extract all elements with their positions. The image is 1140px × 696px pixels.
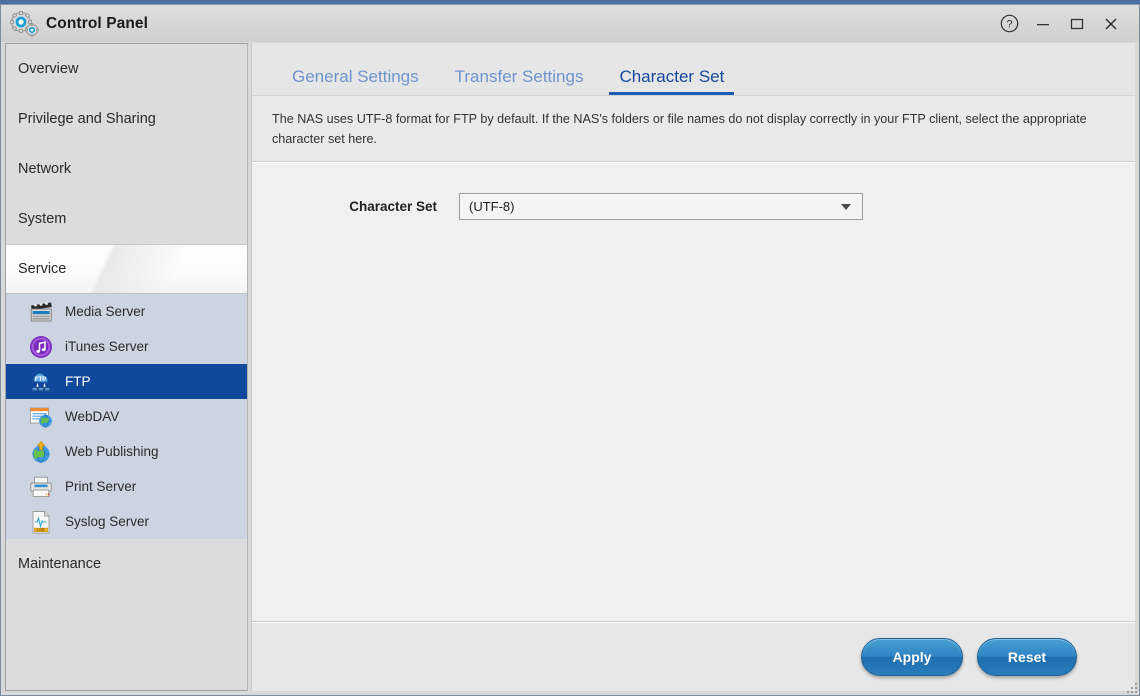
sidebar-item-maintenance[interactable]: Maintenance bbox=[6, 539, 247, 589]
reset-button-label: Reset bbox=[1007, 648, 1047, 665]
minimize-icon bbox=[1037, 23, 1049, 25]
description-area: The NAS uses UTF-8 format for FTP by def… bbox=[252, 96, 1135, 163]
maximize-icon bbox=[1070, 18, 1084, 29]
sidebar-item-label: WebDAV bbox=[65, 409, 120, 424]
maximize-button[interactable] bbox=[1061, 9, 1093, 39]
control-panel-window: Control Panel ? Overview Privilege and S… bbox=[0, 4, 1140, 696]
tab-transfer-settings[interactable]: Transfer Settings bbox=[437, 68, 602, 95]
character-set-select[interactable]: (UTF-8) bbox=[459, 193, 863, 221]
sidebar-item-network[interactable]: Network bbox=[6, 144, 247, 194]
window-controls: ? bbox=[993, 9, 1139, 39]
sidebar-item-label: Print Server bbox=[65, 479, 137, 494]
sidebar-item-label: FTP bbox=[65, 374, 91, 389]
sidebar-item-label: Syslog Server bbox=[65, 514, 150, 529]
window-globe-icon bbox=[28, 404, 54, 430]
character-set-value: (UTF-8) bbox=[469, 199, 515, 215]
sidebar-item-service[interactable]: Service bbox=[6, 244, 247, 294]
sidebar-item-label: System bbox=[18, 211, 67, 227]
log-document-icon: LOG bbox=[28, 509, 54, 535]
sidebar-empty-space bbox=[6, 589, 247, 690]
printer-icon bbox=[28, 474, 54, 500]
window-body: Overview Privilege and Sharing Network S… bbox=[1, 42, 1139, 695]
description-text: The NAS uses UTF-8 format for FTP by def… bbox=[272, 112, 1087, 146]
sidebar-item-print-server[interactable]: Print Server bbox=[6, 469, 247, 504]
chevron-down-icon bbox=[841, 203, 851, 210]
sidebar-item-webdav[interactable]: WebDAV bbox=[6, 399, 247, 434]
music-note-icon bbox=[28, 334, 54, 360]
svg-text:?: ? bbox=[1006, 19, 1012, 31]
sidebar-item-system[interactable]: System bbox=[6, 194, 247, 244]
help-button[interactable]: ? bbox=[993, 9, 1025, 39]
tab-label: Character Set bbox=[619, 67, 725, 86]
sidebar-nav: Overview Privilege and Sharing Network S… bbox=[5, 43, 248, 691]
tab-bar: General Settings Transfer Settings Chara… bbox=[252, 43, 1135, 96]
ftp-cloud-icon: FTP bbox=[28, 369, 54, 395]
sidebar-item-overview[interactable]: Overview bbox=[6, 44, 247, 94]
tab-label: Transfer Settings bbox=[454, 67, 584, 86]
clapperboard-icon bbox=[28, 299, 54, 325]
gears-icon bbox=[10, 10, 40, 37]
svg-text:FTP: FTP bbox=[35, 376, 47, 383]
settings-form: Character Set (UTF-8) bbox=[252, 162, 1135, 621]
character-set-label: Character Set bbox=[349, 199, 437, 215]
tab-label: General Settings bbox=[292, 67, 419, 86]
sidebar-item-label: Service bbox=[18, 261, 67, 277]
globe-upload-icon bbox=[28, 439, 54, 465]
question-circle-icon: ? bbox=[1000, 14, 1018, 33]
sidebar-item-label: Network bbox=[18, 161, 72, 177]
main-panel: General Settings Transfer Settings Chara… bbox=[251, 43, 1135, 691]
sidebar-item-label: iTunes Server bbox=[65, 339, 149, 354]
sidebar-item-label: Web Publishing bbox=[65, 444, 159, 459]
reset-button[interactable]: Reset bbox=[977, 637, 1077, 676]
sidebar-item-ftp[interactable]: FTP FTP bbox=[6, 364, 247, 399]
sidebar-item-label: Media Server bbox=[65, 304, 146, 319]
apply-button-label: Apply bbox=[892, 648, 932, 665]
sidebar-item-web-publishing[interactable]: Web Publishing bbox=[6, 434, 247, 469]
resize-grip[interactable] bbox=[1125, 681, 1137, 693]
sidebar-item-media-server[interactable]: Media Server bbox=[6, 294, 247, 329]
action-footer: Apply Reset bbox=[252, 621, 1135, 691]
svg-text:LOG: LOG bbox=[37, 528, 45, 532]
close-button[interactable] bbox=[1095, 9, 1127, 39]
apply-button[interactable]: Apply bbox=[861, 637, 963, 676]
sidebar-item-itunes-server[interactable]: iTunes Server bbox=[6, 329, 247, 364]
close-icon bbox=[1105, 18, 1117, 29]
title-bar: Control Panel ? bbox=[1, 5, 1139, 42]
tab-character-set[interactable]: Character Set bbox=[601, 68, 742, 95]
tab-general-settings[interactable]: General Settings bbox=[274, 68, 437, 95]
sidebar-item-privilege-and-sharing[interactable]: Privilege and Sharing bbox=[6, 94, 247, 144]
minimize-button[interactable] bbox=[1027, 9, 1059, 39]
window-title: Control Panel bbox=[46, 14, 149, 32]
sidebar-item-label: Privilege and Sharing bbox=[18, 111, 156, 127]
sidebar-item-label: Maintenance bbox=[18, 556, 102, 572]
character-set-row: Character Set (UTF-8) bbox=[252, 193, 1135, 221]
sidebar-item-syslog-server[interactable]: LOG Syslog Server bbox=[6, 504, 247, 539]
sidebar-item-label: Overview bbox=[18, 61, 79, 77]
